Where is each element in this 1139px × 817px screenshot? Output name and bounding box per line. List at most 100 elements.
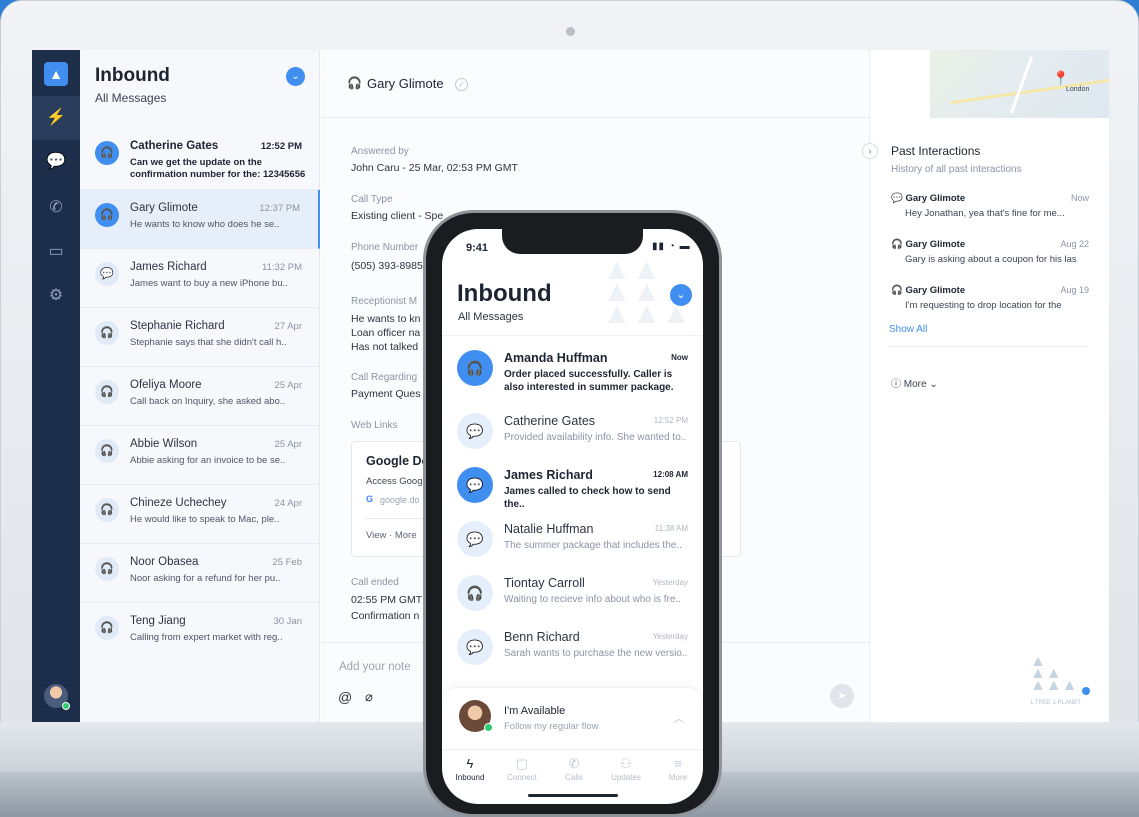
list-item[interactable]: 🎧 Stephanie Richard 27 Apr Stephanie say… <box>80 308 320 367</box>
tab-calls[interactable]: ✆ Calls <box>548 756 600 782</box>
chat-icon[interactable]: 💬 <box>32 140 80 184</box>
panel-subtitle: History of all past interactions <box>891 164 1022 175</box>
list-item[interactable]: 🎧 Tiontay Carroll Yesterday Waiting to r… <box>442 568 703 621</box>
divider <box>889 346 1088 347</box>
list-item[interactable]: 🎧 Catherine Gates 12:52 PM Can we get th… <box>80 128 320 190</box>
show-all-link[interactable]: Show All <box>889 324 927 335</box>
message-time: 30 Jan <box>273 616 302 627</box>
weblinks-label: Web Links <box>351 420 398 431</box>
contact-name: Amanda Huffman <box>504 351 608 365</box>
headset-icon: 🎧 <box>891 285 906 296</box>
weblink-description: Access Googl <box>366 476 425 487</box>
more-button[interactable]: ⓘ More ⌄ <box>891 375 938 390</box>
tab-more[interactable]: ≡ More <box>652 756 703 782</box>
tab-updates[interactable]: ⚇ Updates <box>600 756 652 782</box>
list-item[interactable]: 🎧 Chineze Uchechey 24 Apr He would like … <box>80 485 320 544</box>
gear-icon[interactable]: ⚙ <box>32 274 80 318</box>
list-item[interactable]: 🎧 Gary Glimote 12:37 PM He wants to know… <box>80 190 320 249</box>
interaction-name: 🎧 Gary Glimote <box>891 285 966 296</box>
chevron-down-icon[interactable]: ⌄ <box>286 67 305 86</box>
tab-inbound[interactable]: ϟ Inbound <box>444 756 496 782</box>
contact-name: Abbie Wilson <box>130 438 198 450</box>
chevron-right-icon[interactable]: › <box>862 143 878 159</box>
headset-icon: 🎧 <box>891 239 906 250</box>
list-item[interactable]: 💬 James Richard 12:08 AM James called to… <box>442 460 703 513</box>
contact-name: Benn Richard <box>504 630 580 644</box>
availability-bar[interactable]: I'm Available Follow my regular flow ︿ <box>442 687 703 749</box>
send-icon[interactable]: ➤ <box>830 684 854 708</box>
tab-label: More <box>668 773 688 782</box>
message-preview: Calling from expert market with reg.. <box>130 632 283 643</box>
message-preview: Noor asking for a refund for her pu.. <box>130 573 281 584</box>
chevron-down-icon[interactable]: ⌄ <box>670 284 692 306</box>
message-preview: James called to check how to send the.. <box>504 486 671 510</box>
map-pin-icon: 📍 <box>1052 70 1070 86</box>
list-item[interactable]: 🎧 Teng Jiang 30 Jan Calling from expert … <box>80 603 320 662</box>
headset-icon: 🎧 <box>95 498 119 522</box>
list-item[interactable]: 🎧 Ofeliya Moore 25 Apr Call back on Inqu… <box>80 367 320 426</box>
past-interactions-panel: 📍 London › Past Interactions History of … <box>862 50 1109 723</box>
tab-connect[interactable]: ▢ Connect <box>496 756 548 782</box>
attachment-icon[interactable]: ⌀ <box>365 689 373 705</box>
bolt-icon: ϟ <box>466 756 474 771</box>
message-preview: Call back on Inquiry, she asked abo.. <box>130 396 286 407</box>
message-preview: He wants to know who does he se.. <box>130 219 280 230</box>
message-time: 12:08 AM <box>653 470 688 479</box>
answered-label: Answered by <box>351 146 409 157</box>
page-title: Inbound <box>457 280 552 307</box>
chevron-down-icon: ⌄ <box>926 379 938 390</box>
list-item[interactable]: 🎧 Noor Obasea 25 Feb Noor asking for a r… <box>80 544 320 603</box>
contact-name: Catherine Gates <box>504 414 596 428</box>
headset-icon: 🎧 <box>95 203 119 227</box>
phone-label: Phone Number <box>351 242 419 253</box>
list-title: Inbound <box>95 65 170 86</box>
list-subtitle: All Messages <box>95 91 167 105</box>
tree-tagline: 1 TREE 1 PLANET <box>1030 700 1081 706</box>
message-time: 25 Feb <box>272 557 302 568</box>
message-time: 12:52 PM <box>260 141 302 152</box>
list-item[interactable]: 💬 Catherine Gates 12:52 PM Provided avai… <box>442 406 703 459</box>
list-item[interactable]: 💬 Benn Richard Yesterday Sarah wants to … <box>442 622 703 675</box>
interaction-preview: Hey Jonathan, yea that's fine for me... <box>905 208 1065 219</box>
nav-rail: ▲ ⚡ 💬 ✆ ▭ ⚙ <box>32 50 80 723</box>
weblink-actions[interactable]: View · More <box>366 530 417 541</box>
list-item[interactable]: 🎧 Amanda Huffman Now Order placed succes… <box>442 343 703 396</box>
contact-name: Gary Glimote <box>367 76 444 91</box>
receptionist-line: Has not talked <box>351 341 419 353</box>
contact-name: James Richard <box>504 468 593 482</box>
message-time: 11:32 PM <box>262 262 302 273</box>
message-preview: Sarah wants to purchase the new versio.. <box>504 648 688 659</box>
divider <box>442 335 703 336</box>
conversation-list: Inbound All Messages ⌄ 🎧 Catherine Gates… <box>80 50 320 723</box>
chevron-up-icon[interactable]: ︿ <box>674 710 684 725</box>
headset-icon: 🎧 <box>95 380 119 404</box>
notification-dot <box>1082 687 1090 695</box>
contact-name: Ofeliya Moore <box>130 379 202 391</box>
inbound-bolt-icon[interactable]: ⚡ <box>32 96 80 140</box>
message-preview: James want to buy a new iPhone bu.. <box>130 278 288 289</box>
contact-name: Natalie Huffman <box>504 522 594 536</box>
tab-label: Connect <box>507 773 537 782</box>
headset-icon: 🎧 <box>95 321 119 345</box>
menu-icon: ≡ <box>674 756 682 771</box>
phone-icon[interactable]: ✆ <box>32 186 80 230</box>
webcam <box>566 27 575 36</box>
avatar[interactable] <box>44 684 70 710</box>
app-logo-icon[interactable]: ▲ <box>44 62 68 86</box>
video-icon[interactable]: ▭ <box>32 230 80 274</box>
message-preview: Order placed successfully. Caller is als… <box>504 369 674 393</box>
message-preview: Abbie asking for an invoice to be se.. <box>130 455 286 466</box>
check-circle-icon[interactable]: ✓ <box>455 78 468 91</box>
list-item[interactable]: 💬 James Richard 11:32 PM James want to b… <box>80 249 320 308</box>
mention-icon[interactable]: @ <box>338 689 352 705</box>
list-item[interactable]: 💬 Natalie Huffman 11:38 AM The summer pa… <box>442 514 703 567</box>
list-item[interactable]: 🎧 Abbie Wilson 25 Apr Abbie asking for a… <box>80 426 320 485</box>
message-time: 12:52 PM <box>653 416 688 425</box>
contact-name: Tiontay Carroll <box>504 576 585 590</box>
note-input[interactable]: Add your note <box>339 661 411 673</box>
location-map[interactable]: 📍 London <box>930 50 1109 118</box>
contact-name: Chineze Uchechey <box>130 497 227 509</box>
interaction-preview: Gary is asking about a coupon for his la… <box>905 254 1077 265</box>
detail-header: 🎧 Gary Glimote ✓ <box>321 50 869 118</box>
map-road <box>1009 56 1034 114</box>
